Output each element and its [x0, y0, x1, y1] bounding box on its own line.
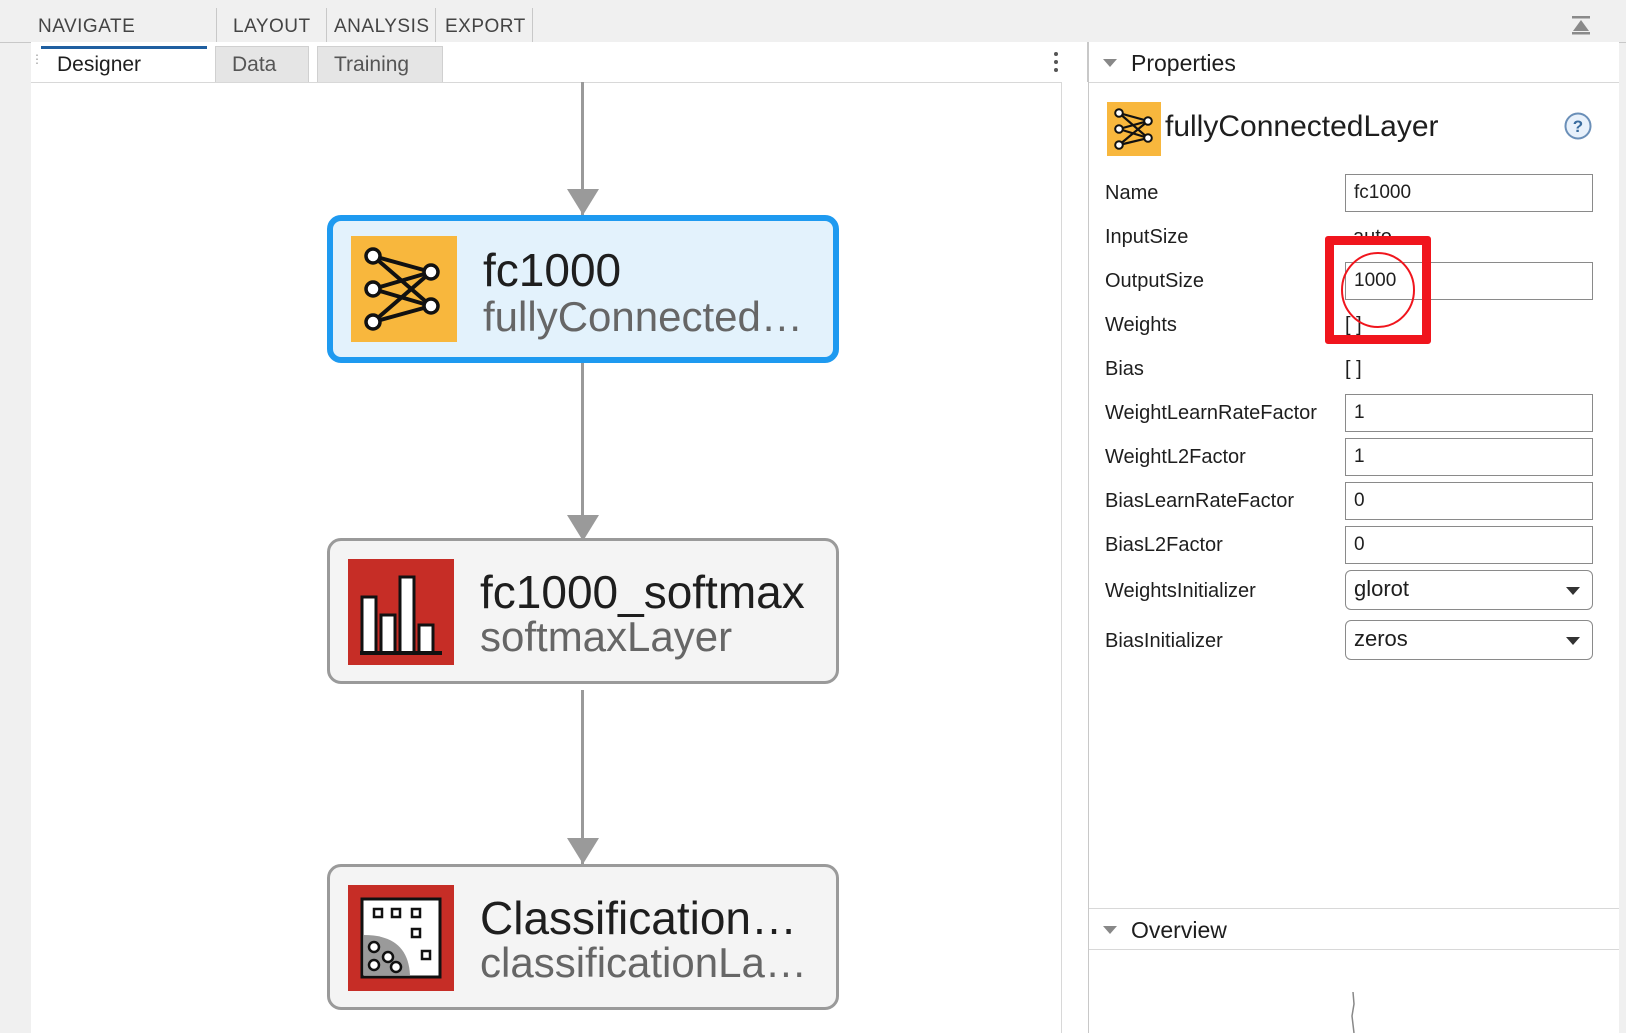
bias-value: [ ] [1345, 358, 1362, 380]
layer-node-classification[interactable]: Classification… classificationLa… [327, 864, 839, 1010]
tab-data[interactable]: Data [215, 46, 309, 82]
tab-training[interactable]: Training [317, 46, 443, 82]
overview-section-header[interactable]: Overview [1089, 908, 1619, 950]
weightsinitializer-select[interactable]: glorot [1345, 570, 1593, 610]
layer-node-fc1000-softmax[interactable]: fc1000_softmax softmaxLayer [327, 538, 839, 684]
property-label-weightsinitializer: WeightsInitializer [1105, 580, 1256, 602]
toolstrip-tab-navigate[interactable]: NAVIGATE [38, 16, 135, 38]
annotation-highlight-box [1325, 236, 1431, 344]
layer-type: softmaxLayer [480, 613, 733, 660]
property-label-name: Name [1105, 182, 1159, 204]
drag-grip-icon[interactable]: ⋮ [31, 53, 43, 70]
more-options-icon[interactable] [1053, 50, 1059, 74]
biaslearnratefactor-field[interactable]: 0 [1345, 482, 1593, 520]
svg-text:?: ? [1573, 117, 1583, 136]
weightlearnratefactor-field[interactable]: 1 [1345, 394, 1593, 432]
property-label-weights: Weights [1105, 314, 1177, 336]
property-label-bias: Bias [1105, 358, 1144, 380]
arrow-down-icon [567, 189, 599, 215]
layer-type: fullyConnected… [483, 293, 803, 340]
toolstrip-tab-export[interactable]: EXPORT [445, 16, 526, 38]
toolstrip-separator [435, 8, 436, 42]
properties-section-header[interactable]: Properties [1089, 42, 1619, 83]
toolstrip-separator [216, 8, 217, 42]
layer-name: fc1000 [483, 244, 622, 296]
annotation-circle [1341, 252, 1415, 328]
help-icon[interactable]: ? [1564, 112, 1592, 140]
designer-document: ⋮ Designer Data Training fc1000 fullyCon… [31, 42, 1088, 1033]
biasinitializer-value: zeros [1354, 626, 1408, 651]
section-title: Overview [1131, 917, 1227, 943]
property-label-weightl2factor: WeightL2Factor [1105, 446, 1246, 468]
layer-name: fc1000_softmax [480, 566, 805, 618]
layer-type: classificationLa… [480, 939, 807, 986]
property-label-biasl2factor: BiasL2Factor [1105, 534, 1223, 556]
tab-designer[interactable]: Designer [41, 46, 207, 82]
section-title: Properties [1131, 50, 1236, 76]
property-label-outputsize: OutputSize [1105, 270, 1204, 292]
document-tab-bar: ⋮ Designer Data Training [31, 42, 1087, 83]
properties-panel: Properties fullyConnectedLayer ? Name fc… [1088, 42, 1619, 1033]
softmax-icon [348, 559, 454, 665]
fully-connected-icon [1107, 102, 1161, 156]
vertical-scrollbar[interactable] [1061, 82, 1088, 1033]
property-label-biaslearnratefactor: BiasLearnRateFactor [1105, 490, 1294, 512]
toolstrip-tab-analysis[interactable]: ANALYSIS [334, 16, 430, 38]
biasinitializer-select[interactable]: zeros [1345, 620, 1593, 660]
name-field[interactable]: fc1000 [1345, 174, 1593, 212]
overview-minimap[interactable] [1089, 990, 1619, 1033]
toolstrip-separator [532, 8, 533, 42]
collapse-toolstrip-icon[interactable] [1570, 14, 1592, 36]
property-label-biasinitializer: BiasInitializer [1105, 630, 1223, 652]
fully-connected-icon [351, 236, 457, 342]
classification-icon [348, 885, 454, 991]
collapse-caret-icon[interactable] [1103, 926, 1117, 934]
toolstrip: NAVIGATE LAYOUT ANALYSIS EXPORT [0, 0, 1626, 43]
layer-name: Classification… [480, 892, 797, 944]
collapse-caret-icon[interactable] [1103, 59, 1117, 67]
property-label-inputsize: InputSize [1105, 226, 1189, 248]
weightl2factor-field[interactable]: 1 [1345, 438, 1593, 476]
biasl2factor-field[interactable]: 0 [1345, 526, 1593, 564]
property-label-weightlearnratefactor: WeightLearnRateFactor [1105, 402, 1317, 424]
chevron-down-icon [1566, 637, 1580, 645]
arrow-down-icon [567, 838, 599, 864]
toolstrip-tab-layout[interactable]: LAYOUT [233, 16, 311, 38]
chevron-down-icon [1566, 587, 1580, 595]
layer-node-fc1000[interactable]: fc1000 fullyConnected… [327, 215, 839, 363]
toolstrip-separator [326, 8, 327, 42]
weightsinitializer-value: glorot [1354, 576, 1410, 601]
selected-layer-type: fullyConnectedLayer [1165, 110, 1439, 143]
